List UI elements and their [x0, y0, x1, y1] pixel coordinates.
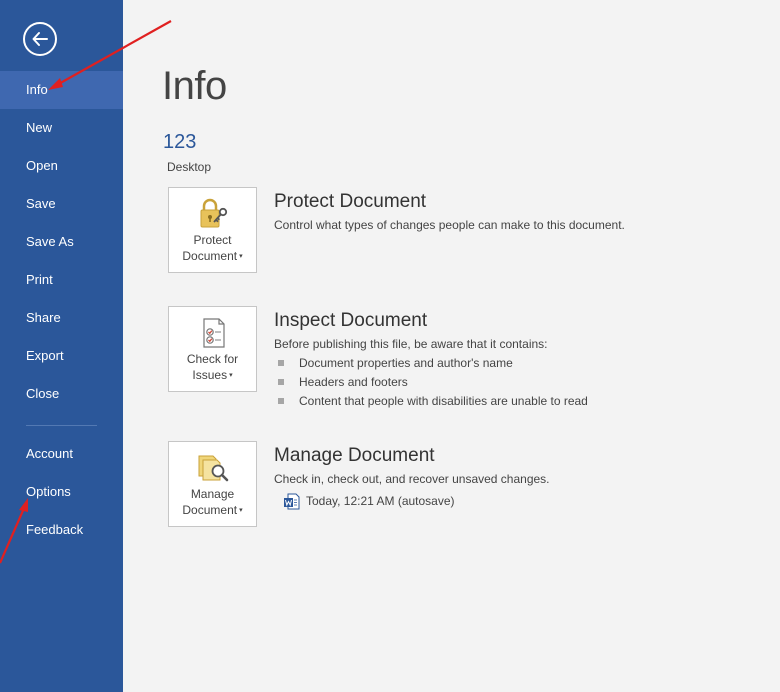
nav-options[interactable]: Options	[0, 473, 123, 511]
lock-key-icon	[200, 198, 228, 228]
protect-button-label-1: Protect	[193, 233, 232, 247]
manage-document-icon	[198, 455, 229, 482]
protect-button-label-2: Document	[182, 249, 238, 263]
check-button-label-1: Check for	[186, 352, 239, 366]
inspect-bullet-text: Document properties and author's name	[299, 356, 513, 370]
inspect-description: Before publishing this file, be aware th…	[274, 337, 548, 351]
protect-button-label-row: Document ▾	[169, 248, 256, 265]
page-title: Info	[162, 64, 227, 108]
backstage-sidebar: Info New Open Save Save As Print Share E…	[0, 0, 123, 692]
inspect-bullet-text: Headers and footers	[299, 375, 408, 389]
manage-description: Check in, check out, and recover unsaved…	[274, 472, 550, 486]
nav-close[interactable]: Close	[0, 375, 123, 413]
dropdown-caret-icon: ▾	[239, 506, 243, 514]
protect-document-button[interactable]: Protect Document ▾	[168, 187, 257, 273]
dropdown-caret-icon: ▾	[239, 252, 243, 260]
nav-new[interactable]: New	[0, 109, 123, 147]
document-name: 123	[163, 131, 197, 153]
dropdown-caret-icon: ▾	[229, 371, 233, 379]
manage-button-label-2: Document	[182, 503, 238, 517]
bullet-square-icon	[278, 360, 284, 366]
manage-document-button[interactable]: Manage Document ▾	[168, 441, 257, 527]
check-button-label-row: Issues ▾	[169, 367, 256, 384]
manage-button-label-1: Manage	[190, 487, 235, 501]
nav-feedback[interactable]: Feedback	[0, 511, 123, 549]
bullet-square-icon	[278, 379, 284, 385]
nav-export[interactable]: Export	[0, 337, 123, 375]
back-arrow-icon	[32, 32, 48, 46]
inspect-bullet-text: Content that people with disabilities ar…	[299, 394, 588, 408]
nav-save[interactable]: Save	[0, 185, 123, 223]
nav-divider	[26, 425, 97, 426]
nav-info[interactable]: Info	[0, 71, 123, 109]
manage-button-label-row: Document ▾	[169, 502, 256, 519]
nav-open[interactable]: Open	[0, 147, 123, 185]
manage-title: Manage Document	[274, 445, 435, 466]
check-for-issues-button[interactable]: Check for Issues ▾	[168, 306, 257, 392]
protect-title: Protect Document	[274, 191, 427, 212]
check-button-label-2: Issues	[192, 368, 228, 382]
autosave-version-text: Today, 12:21 AM (autosave)	[306, 494, 455, 508]
nav-save-as[interactable]: Save As	[0, 223, 123, 261]
nav-share[interactable]: Share	[0, 299, 123, 337]
inspect-checklist-icon	[203, 318, 225, 348]
word-document-icon	[284, 493, 300, 510]
nav-account[interactable]: Account	[0, 435, 123, 473]
back-button[interactable]	[23, 22, 57, 56]
protect-description: Control what types of changes people can…	[274, 218, 625, 232]
inspect-title: Inspect Document	[274, 310, 428, 331]
bullet-square-icon	[278, 398, 284, 404]
nav-print[interactable]: Print	[0, 261, 123, 299]
document-location[interactable]: Desktop	[167, 160, 211, 174]
